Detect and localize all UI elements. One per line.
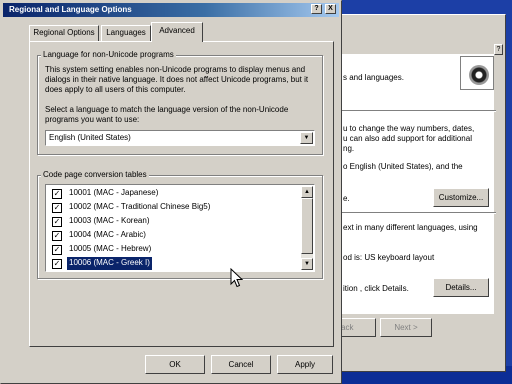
divider bbox=[336, 110, 496, 112]
mouse-cursor-icon bbox=[230, 268, 244, 288]
ok-button[interactable]: OK bbox=[145, 355, 205, 374]
customize-button[interactable]: Customize... bbox=[433, 188, 489, 207]
details-button[interactable]: Details... bbox=[433, 278, 489, 297]
checkbox[interactable]: ✓ bbox=[52, 231, 62, 241]
background-text-4: ng. bbox=[343, 144, 355, 153]
back-button[interactable]: ack bbox=[336, 318, 376, 337]
tab-advanced[interactable]: Advanced bbox=[151, 22, 203, 42]
list-item-label: 10001 (MAC - Japanese) bbox=[69, 188, 159, 197]
scroll-up-icon[interactable]: ▲ bbox=[301, 186, 313, 198]
tab-regional-options[interactable]: Regional Options bbox=[29, 25, 99, 41]
select-language-prompt: Select a language to match the language … bbox=[45, 105, 289, 124]
list-item-label: 10002 (MAC - Traditional Chinese Big5) bbox=[69, 202, 211, 211]
list-item[interactable]: ✓ 10005 (MAC - Hebrew) bbox=[48, 243, 302, 256]
list-item[interactable]: ✓ 10003 (MAC - Korean) bbox=[48, 215, 302, 228]
list-item-label: 10004 (MAC - Arabic) bbox=[69, 230, 146, 239]
background-text-5: o English (United States), and the bbox=[343, 162, 463, 171]
background-wizard-content bbox=[336, 54, 494, 314]
list-item-label: 10006 (MAC - Greek I) bbox=[67, 257, 152, 270]
background-text-2: u to change the way numbers, dates, bbox=[343, 124, 475, 133]
dialog-title: Regional and Language Options bbox=[9, 5, 132, 14]
scrollbar-thumb[interactable] bbox=[301, 198, 313, 254]
checkbox[interactable]: ✓ bbox=[52, 217, 62, 227]
non-unicode-description: This system setting enables non-Unicode … bbox=[45, 65, 309, 94]
cancel-button[interactable]: Cancel bbox=[211, 355, 271, 374]
checkbox[interactable]: ✓ bbox=[52, 259, 62, 269]
background-text-9: ition , click Details. bbox=[343, 284, 409, 293]
background-help-button[interactable]: ? bbox=[494, 44, 503, 55]
scrollbar[interactable]: ▲ ▼ bbox=[301, 186, 313, 270]
background-text-8: od is: US keyboard layout bbox=[343, 253, 435, 262]
close-button[interactable]: X bbox=[325, 4, 336, 14]
background-text-3: u can also add support for additional bbox=[343, 134, 472, 143]
background-text-7: ext in many different languages, using bbox=[343, 223, 478, 232]
codepage-group-label: Code page conversion tables bbox=[41, 170, 149, 180]
list-item[interactable]: ✓ 10004 (MAC - Arabic) bbox=[48, 229, 302, 242]
non-unicode-group-label: Language for non-Unicode programs bbox=[41, 50, 176, 60]
list-item-label: 10003 (MAC - Korean) bbox=[69, 216, 150, 225]
apply-button[interactable]: Apply bbox=[277, 355, 333, 374]
selected-language: English (United States) bbox=[49, 133, 131, 142]
divider bbox=[336, 212, 496, 214]
checkbox[interactable]: ✓ bbox=[52, 245, 62, 255]
next-button[interactable]: Next > bbox=[380, 318, 432, 337]
scroll-down-icon[interactable]: ▼ bbox=[301, 258, 313, 270]
checkbox[interactable]: ✓ bbox=[52, 203, 62, 213]
list-item-label: 10005 (MAC - Hebrew) bbox=[69, 244, 152, 253]
chevron-down-icon[interactable]: ▼ bbox=[300, 132, 313, 144]
list-item[interactable]: ✓ 10001 (MAC - Japanese) bbox=[48, 187, 302, 200]
list-item[interactable]: ✓ 10002 (MAC - Traditional Chinese Big5) bbox=[48, 201, 302, 214]
list-item-selected[interactable]: ✓ 10006 (MAC - Greek I) bbox=[48, 257, 302, 270]
codepage-list[interactable]: ✓ 10001 (MAC - Japanese) ✓ 10002 (MAC - … bbox=[45, 184, 315, 272]
background-text-6: e. bbox=[343, 194, 350, 203]
regional-language-options-dialog: Regional and Language Options ? X Region… bbox=[0, 0, 342, 384]
help-button[interactable]: ? bbox=[311, 4, 322, 14]
non-unicode-language-select[interactable]: English (United States) ▼ bbox=[45, 130, 315, 146]
checkbox[interactable]: ✓ bbox=[52, 189, 62, 199]
tab-languages[interactable]: Languages bbox=[101, 25, 151, 41]
title-bar: Regional and Language Options bbox=[3, 3, 339, 17]
background-text-1: s and languages. bbox=[343, 73, 404, 82]
regional-settings-icon bbox=[460, 56, 494, 90]
